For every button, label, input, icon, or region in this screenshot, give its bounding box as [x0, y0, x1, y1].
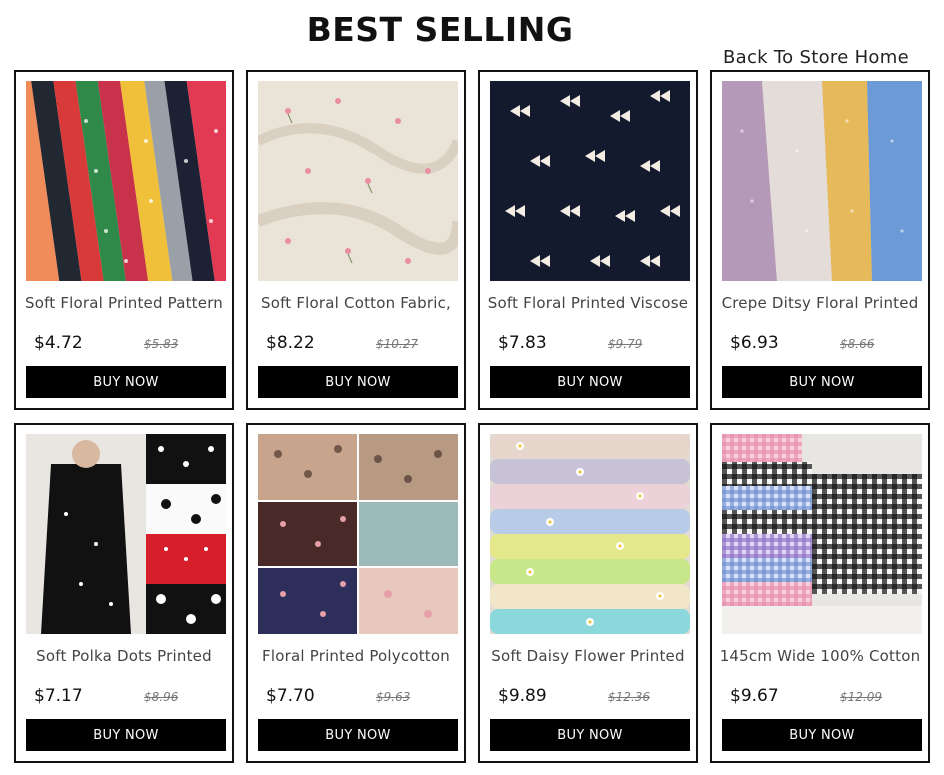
- product-grid: Soft Floral Printed Pattern $4.72 $5.83 …: [14, 70, 930, 763]
- buy-now-button[interactable]: BUY NOW: [722, 719, 922, 751]
- product-name[interactable]: Soft Polka Dots Printed: [20, 647, 228, 665]
- product-name[interactable]: Soft Floral Printed Pattern: [20, 294, 228, 312]
- product-old-price: $8.96: [144, 690, 179, 704]
- product-card[interactable]: Soft Floral Printed Viscose $7.83 $9.79 …: [478, 70, 698, 410]
- product-old-price: $12.36: [608, 690, 650, 704]
- product-old-price: $5.83: [144, 337, 179, 351]
- product-price: $8.22: [266, 333, 315, 353]
- buy-now-button[interactable]: BUY NOW: [490, 719, 690, 751]
- buy-now-button[interactable]: BUY NOW: [258, 366, 458, 398]
- product-image[interactable]: [26, 81, 226, 281]
- page: BEST SELLING Back To Store Home Soft Flo…: [0, 0, 944, 775]
- product-price: $7.70: [266, 686, 315, 706]
- product-card[interactable]: Soft Floral Printed Pattern $4.72 $5.83 …: [14, 70, 234, 410]
- product-price: $6.93: [730, 333, 779, 353]
- product-card[interactable]: Soft Daisy Flower Printed $9.89 $12.36 B…: [478, 423, 698, 763]
- product-card[interactable]: Floral Printed Polycotton $7.70 $9.63 BU…: [246, 423, 466, 763]
- product-card[interactable]: Soft Polka Dots Printed $7.17 $8.96 BUY …: [14, 423, 234, 763]
- product-image[interactable]: [490, 81, 690, 281]
- product-price: $9.67: [730, 686, 779, 706]
- product-old-price: $9.63: [376, 690, 411, 704]
- product-image[interactable]: [490, 434, 690, 634]
- buy-now-button[interactable]: BUY NOW: [26, 366, 226, 398]
- buy-now-button[interactable]: BUY NOW: [258, 719, 458, 751]
- product-name[interactable]: Floral Printed Polycotton: [252, 647, 460, 665]
- product-image[interactable]: [258, 434, 458, 634]
- product-old-price: $8.66: [840, 337, 875, 351]
- buy-now-button[interactable]: BUY NOW: [490, 366, 690, 398]
- product-old-price: $12.09: [840, 690, 882, 704]
- product-name[interactable]: Soft Daisy Flower Printed: [484, 647, 692, 665]
- product-old-price: $9.79: [608, 337, 643, 351]
- product-price: $7.83: [498, 333, 547, 353]
- product-card[interactable]: 145cm Wide 100% Cotton $9.67 $12.09 BUY …: [710, 423, 930, 763]
- page-title: BEST SELLING: [306, 10, 574, 49]
- product-name[interactable]: Crepe Ditsy Floral Printed: [716, 294, 924, 312]
- product-price: $4.72: [34, 333, 83, 353]
- product-name[interactable]: 145cm Wide 100% Cotton: [716, 647, 924, 665]
- product-price: $7.17: [34, 686, 83, 706]
- product-name[interactable]: Soft Floral Printed Viscose: [484, 294, 692, 312]
- product-image[interactable]: [722, 434, 922, 634]
- product-card[interactable]: Soft Floral Cotton Fabric, $8.22 $10.27 …: [246, 70, 466, 410]
- product-old-price: $10.27: [376, 337, 418, 351]
- back-to-store-link[interactable]: Back To Store Home: [723, 47, 909, 68]
- product-image[interactable]: [722, 81, 922, 281]
- product-name[interactable]: Soft Floral Cotton Fabric,: [252, 294, 460, 312]
- product-card[interactable]: Crepe Ditsy Floral Printed $6.93 $8.66 B…: [710, 70, 930, 410]
- product-image[interactable]: [26, 434, 226, 634]
- buy-now-button[interactable]: BUY NOW: [722, 366, 922, 398]
- buy-now-button[interactable]: BUY NOW: [26, 719, 226, 751]
- product-image[interactable]: [258, 81, 458, 281]
- product-price: $9.89: [498, 686, 547, 706]
